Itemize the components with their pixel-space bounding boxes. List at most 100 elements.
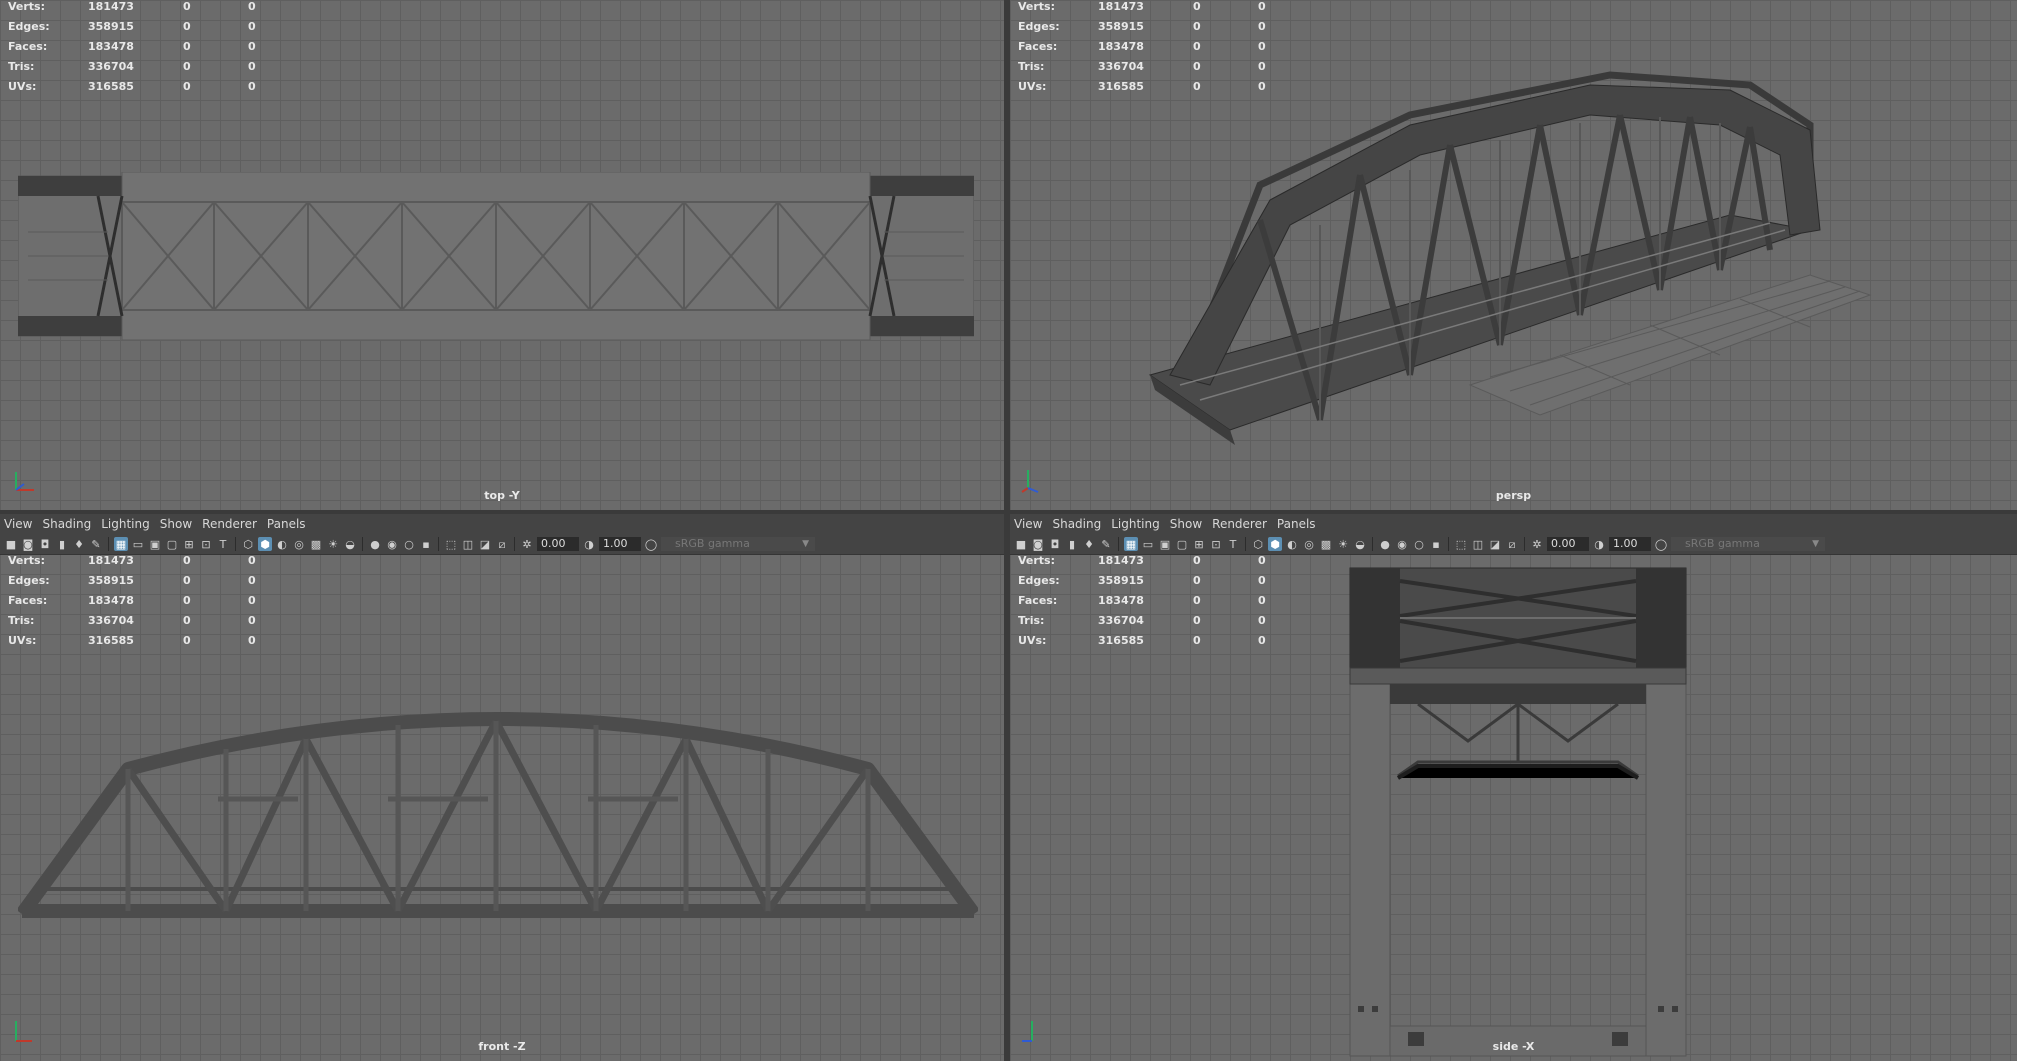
gamma-icon[interactable]: ◑: [582, 537, 596, 551]
bookmark-icon[interactable]: ▮: [55, 537, 69, 551]
xray-icon[interactable]: ◫: [1471, 537, 1485, 551]
camera-attributes-icon[interactable]: ◘: [38, 537, 52, 551]
camera-lock-icon[interactable]: ◙: [21, 537, 35, 551]
resolution-gate-icon[interactable]: ▣: [1158, 537, 1172, 551]
smooth-shade-icon[interactable]: ⬢: [1268, 537, 1282, 551]
color-space-select[interactable]: sRGB gamma: [661, 537, 815, 551]
field-chart-icon[interactable]: ⊞: [182, 537, 196, 551]
smooth-shade-icon[interactable]: ⬢: [258, 537, 272, 551]
anti-aliasing-icon[interactable]: ○: [1412, 537, 1426, 551]
toolbar-divider: [514, 537, 515, 551]
field-chart-icon[interactable]: ⊞: [1192, 537, 1206, 551]
color-management-icon[interactable]: ◯: [1654, 537, 1668, 551]
viewport-side[interactable]: View Shading Lighting Show Renderer Pane…: [1010, 514, 2017, 1061]
isolate-select-icon[interactable]: ⬚: [1454, 537, 1468, 551]
image-plane-icon[interactable]: ♦: [1082, 537, 1096, 551]
wireframe-on-shaded-icon[interactable]: ◎: [292, 537, 306, 551]
bookmark-icon[interactable]: ▮: [1065, 537, 1079, 551]
film-gate-icon[interactable]: ▭: [1141, 537, 1155, 551]
viewport-top[interactable]: Verts: 181473 0 0 Edges: 358915 0 0 Faces: 1834…: [0, 0, 1004, 510]
menu-shading[interactable]: Shading: [1052, 517, 1111, 531]
bridge-model-side[interactable]: [1348, 566, 1688, 1058]
camera-icon[interactable]: ■: [4, 537, 18, 551]
exposure-field[interactable]: 0.00: [1547, 537, 1589, 551]
motion-blur-icon[interactable]: ◉: [1395, 537, 1409, 551]
panel-menubar: View Shading Lighting Show Renderer Pane…: [1010, 514, 2017, 534]
bridge-model-front[interactable]: [18, 689, 978, 929]
anti-aliasing-icon[interactable]: ○: [402, 537, 416, 551]
motion-blur-icon[interactable]: ◉: [385, 537, 399, 551]
menu-shading[interactable]: Shading: [42, 517, 101, 531]
poly-count-hud: Verts: 181473 0 0 Edges: 358915 0 0 Faces: 1834…: [8, 0, 256, 93]
camera-icon[interactable]: ■: [1014, 537, 1028, 551]
default-material-icon[interactable]: ◐: [275, 537, 289, 551]
xray-joints-icon[interactable]: ⧄: [1505, 537, 1519, 551]
safe-action-icon[interactable]: ⊡: [199, 537, 213, 551]
camera-lock-icon[interactable]: ◙: [1031, 537, 1045, 551]
exposure-field[interactable]: 0.00: [537, 537, 579, 551]
menu-renderer[interactable]: Renderer: [202, 517, 267, 531]
gate-mask-icon[interactable]: ▢: [1175, 537, 1189, 551]
safe-action-icon[interactable]: ⊡: [1209, 537, 1223, 551]
textured-icon[interactable]: ▩: [1319, 537, 1333, 551]
view-label-front: front -Z: [478, 1040, 526, 1053]
toolbar-divider: [1118, 537, 1119, 551]
depth-of-field-icon[interactable]: ▪: [419, 537, 433, 551]
bridge-model-top[interactable]: [18, 172, 974, 340]
exposure-icon[interactable]: ✲: [1530, 537, 1544, 551]
menu-lighting[interactable]: Lighting: [101, 517, 160, 531]
xray-joints-icon[interactable]: ⧄: [495, 537, 509, 551]
isolate-select-icon[interactable]: ⬚: [444, 537, 458, 551]
gamma-field[interactable]: 1.00: [599, 537, 641, 551]
image-plane-icon[interactable]: ♦: [72, 537, 86, 551]
camera-attributes-icon[interactable]: ◘: [1048, 537, 1062, 551]
textured-icon[interactable]: ▩: [309, 537, 323, 551]
gate-mask-icon[interactable]: ▢: [165, 537, 179, 551]
poly-count-hud: Verts: 181473 0 0 Edges: 358915 0 0 Faces: 1834…: [1018, 0, 1266, 93]
lights-icon[interactable]: ☀: [1336, 537, 1350, 551]
toolbar-divider: [1524, 537, 1525, 551]
ambient-occlusion-icon[interactable]: ●: [368, 537, 382, 551]
grid-icon[interactable]: ▦: [114, 537, 128, 551]
menu-panels[interactable]: Panels: [267, 517, 316, 531]
color-management-icon[interactable]: ◯: [644, 537, 658, 551]
shadows-icon[interactable]: ◒: [1353, 537, 1367, 551]
toolbar-divider: [1372, 537, 1373, 551]
view-label-side: side -X: [1492, 1040, 1535, 1053]
toolbar-divider: [438, 537, 439, 551]
exposure-icon[interactable]: ✲: [520, 537, 534, 551]
viewport-persp[interactable]: Verts: 181473 0 0 Edges: 358915 0 0 Faces: 1834…: [1010, 0, 2017, 510]
ambient-occlusion-icon[interactable]: ●: [1378, 537, 1392, 551]
xray-icon[interactable]: ◫: [461, 537, 475, 551]
viewport-front[interactable]: View Shading Lighting Show Renderer Pane…: [0, 514, 1004, 1061]
gamma-icon[interactable]: ◑: [1592, 537, 1606, 551]
menu-renderer[interactable]: Renderer: [1212, 517, 1277, 531]
bridge-model-persp[interactable]: [1110, 55, 1900, 485]
grease-pencil-icon[interactable]: ✎: [1099, 537, 1113, 551]
film-gate-icon[interactable]: ▭: [131, 537, 145, 551]
menu-view[interactable]: View: [4, 517, 42, 531]
wireframe-icon[interactable]: ⬡: [1251, 537, 1265, 551]
safe-title-icon[interactable]: T: [1226, 537, 1240, 551]
depth-of-field-icon[interactable]: ▪: [1429, 537, 1443, 551]
shadows-icon[interactable]: ◒: [343, 537, 357, 551]
resolution-gate-icon[interactable]: ▣: [148, 537, 162, 551]
menu-show[interactable]: Show: [160, 517, 202, 531]
menu-view[interactable]: View: [1014, 517, 1052, 531]
menu-panels[interactable]: Panels: [1277, 517, 1326, 531]
toolbar-divider: [1448, 537, 1449, 551]
color-space-select[interactable]: sRGB gamma: [1671, 537, 1825, 551]
wireframe-on-shaded-icon[interactable]: ◎: [1302, 537, 1316, 551]
safe-title-icon[interactable]: T: [216, 537, 230, 551]
menu-show[interactable]: Show: [1170, 517, 1212, 531]
menu-lighting[interactable]: Lighting: [1111, 517, 1170, 531]
default-material-icon[interactable]: ◐: [1285, 537, 1299, 551]
wireframe-icon[interactable]: ⬡: [241, 537, 255, 551]
xray-active-icon[interactable]: ◪: [478, 537, 492, 551]
xray-active-icon[interactable]: ◪: [1488, 537, 1502, 551]
gamma-field[interactable]: 1.00: [1609, 537, 1651, 551]
toolbar-divider: [362, 537, 363, 551]
grid-icon[interactable]: ▦: [1124, 537, 1138, 551]
grease-pencil-icon[interactable]: ✎: [89, 537, 103, 551]
lights-icon[interactable]: ☀: [326, 537, 340, 551]
